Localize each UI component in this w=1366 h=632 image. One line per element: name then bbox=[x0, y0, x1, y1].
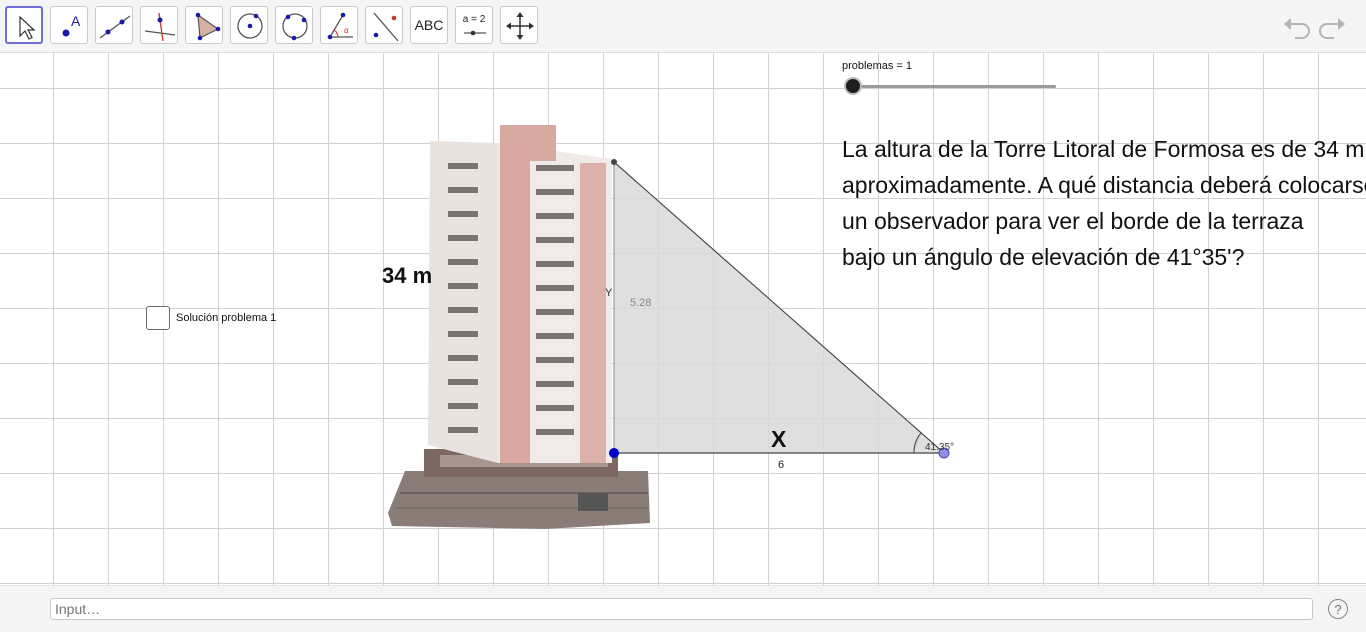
algebra-input[interactable] bbox=[50, 598, 1313, 620]
polygon-icon bbox=[195, 12, 221, 41]
reflect-tool-button[interactable] bbox=[365, 6, 403, 44]
circle-three-points-icon bbox=[282, 13, 308, 41]
slider-thumb[interactable] bbox=[846, 79, 860, 93]
point-icon: A bbox=[62, 13, 81, 37]
text-icon: ABC bbox=[414, 17, 444, 33]
move-tool-button[interactable] bbox=[5, 6, 43, 44]
circle-center-point-icon bbox=[237, 13, 263, 39]
line-icon bbox=[99, 15, 131, 39]
reflect-about-line-icon bbox=[373, 12, 399, 42]
polygon-tool-button[interactable] bbox=[185, 6, 223, 44]
text-tool-button[interactable]: ABC bbox=[410, 6, 448, 44]
solution-checkbox-label[interactable]: Solución problema 1 bbox=[176, 312, 276, 324]
move-graphics-view-icon bbox=[506, 12, 534, 40]
angle-tool-button[interactable]: α bbox=[320, 6, 358, 44]
base-length-label: 6 bbox=[778, 459, 784, 471]
svg-text:α: α bbox=[344, 26, 349, 35]
circle-center-tool-button[interactable] bbox=[230, 6, 268, 44]
problem-statement: La altura de la Torre Litoral de Formosa… bbox=[842, 136, 1366, 270]
undo-icon[interactable] bbox=[1281, 12, 1311, 40]
vertical-length-label: 5.28 bbox=[630, 297, 651, 309]
point-icon-glyph: A bbox=[71, 13, 81, 29]
perpendicular-tool-button[interactable] bbox=[140, 6, 178, 44]
tower-photo bbox=[388, 125, 650, 529]
height-label: 34 m bbox=[382, 263, 433, 288]
line-tool-button[interactable] bbox=[95, 6, 133, 44]
base-label: X bbox=[771, 426, 787, 452]
slider-icon-track bbox=[464, 30, 486, 36]
move-graphics-tool-button[interactable] bbox=[500, 6, 538, 44]
algebra-input-bar: ? bbox=[0, 585, 1366, 632]
top-point[interactable] bbox=[611, 159, 617, 165]
vertical-point-label: Y bbox=[605, 287, 613, 299]
slider-track[interactable] bbox=[853, 85, 1056, 88]
circle-three-points-tool-button[interactable] bbox=[275, 6, 313, 44]
angle-icon: α bbox=[327, 12, 353, 40]
graphics-view[interactable]: Y 5.28 X 6 41.35° 34 m problemas = 1 La … bbox=[0, 53, 1366, 585]
base-point-blue[interactable] bbox=[609, 448, 619, 458]
toolbar: A α ABC a = 2 bbox=[0, 0, 1366, 53]
redo-icon[interactable] bbox=[1318, 12, 1348, 40]
slider-label: problemas = 1 bbox=[842, 60, 913, 72]
move-pointer-icon bbox=[19, 15, 36, 40]
point-tool-button[interactable]: A bbox=[50, 6, 88, 44]
slider-tool-button[interactable]: a = 2 bbox=[455, 6, 493, 44]
perpendicular-line-icon bbox=[144, 12, 176, 42]
angle-label: 41.35° bbox=[925, 442, 954, 453]
help-icon[interactable]: ? bbox=[1328, 599, 1348, 619]
solution-checkbox[interactable] bbox=[146, 306, 170, 330]
